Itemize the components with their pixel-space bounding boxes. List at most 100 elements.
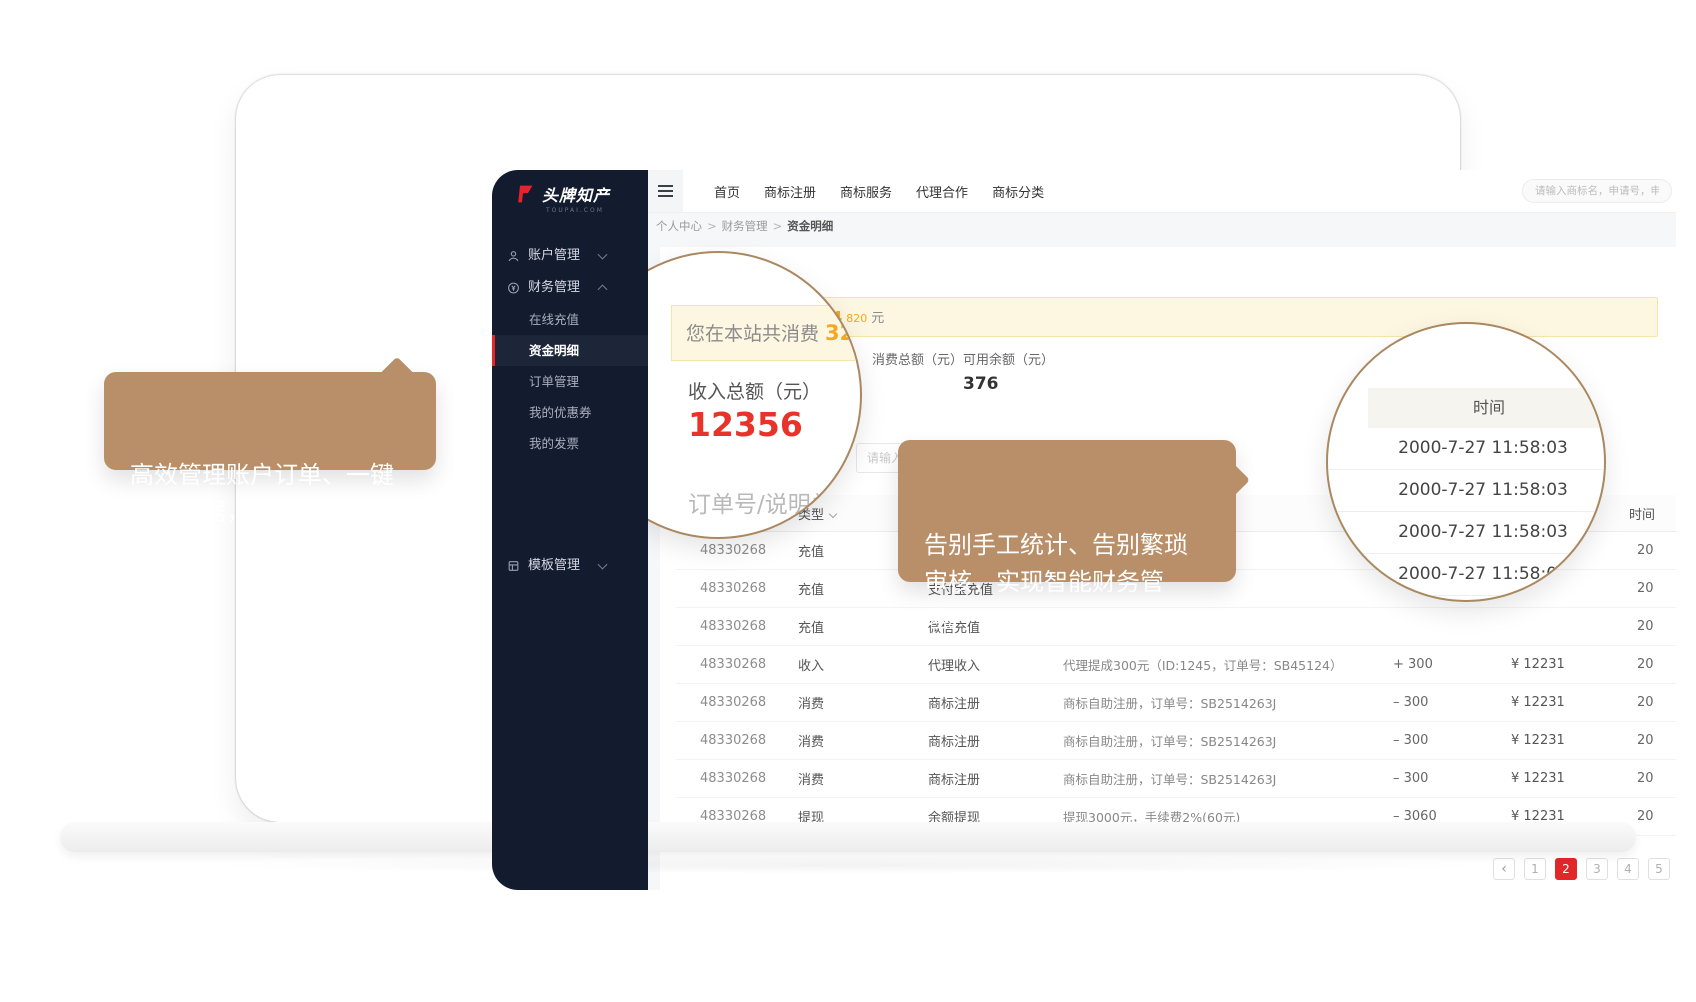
pagination: ‹ 12345 xyxy=(1493,858,1670,880)
chevron-icon xyxy=(598,250,608,260)
sidebar-item-label: 财务管理 xyxy=(528,272,580,304)
pagination-page-button[interactable]: 4 xyxy=(1617,858,1639,880)
sidebar-item-label: 资金明细 xyxy=(529,335,579,366)
magnified-time-header: 时间 xyxy=(1368,388,1604,428)
trademark-search-input[interactable] xyxy=(1522,179,1672,203)
magnified-keyword-placeholder: 订单号/说明关键 xyxy=(688,485,857,519)
cell-time: 2000-7-27 11:58:03 xyxy=(1629,543,1676,558)
stage: 头牌知产 TOUPAI.COM 账户管理 xyxy=(0,0,1696,1002)
table-row: 48330268 充值 微信充值 2000-7-27 11:58:03 xyxy=(676,608,1676,646)
sidebar-item[interactable]: 我的优惠券 xyxy=(492,397,648,428)
nav-item[interactable]: 首页 xyxy=(714,182,740,201)
chevron-icon xyxy=(598,284,608,294)
magnified-time-rows: 2000-7-27 11:58:032000-7-27 11:58:032000… xyxy=(1328,428,1604,596)
cell-description: 商标自助注册，订单号：SB2514263J xyxy=(1063,769,1393,788)
cell-amount: – 300 xyxy=(1393,695,1505,710)
chevron-icon xyxy=(598,560,608,570)
hamburger-icon[interactable] xyxy=(648,170,683,212)
top-navbar: 首页 商标注册 商标服务 代理合作 商标分类 xyxy=(648,170,1676,213)
cell-type: 消费 xyxy=(798,693,928,712)
sidebar-item-label: 我的优惠券 xyxy=(529,397,592,428)
sidebar-menu: 账户管理 财务管理 xyxy=(492,240,648,582)
cell-type: 消费 xyxy=(798,769,928,788)
cell-type: 充值 xyxy=(798,617,928,636)
sidebar-item[interactable]: 财务管理 xyxy=(492,272,648,304)
breadcrumb-item[interactable]: 个人中心 xyxy=(656,218,702,234)
cell-project: 代理收入 xyxy=(928,655,1063,674)
finance-icon xyxy=(507,282,520,295)
sidebar-item-label: 在线充值 xyxy=(529,304,579,335)
table-header-cell: 时间 xyxy=(1629,504,1676,523)
magnified-income-value: 12356 xyxy=(688,405,803,444)
cell-description: 商标自助注册，订单号：SB2514263J xyxy=(1063,731,1393,750)
cell-time: 2000-7-27 11:58:03 xyxy=(1629,771,1676,786)
cell-time: 2000-7-27 11:58:03 xyxy=(1629,733,1676,748)
magnified-time-value: 2000-7-27 11:58:03 xyxy=(1328,470,1604,512)
cell-description: 代理提成300元（ID:1245，订单号：SB45124） xyxy=(1063,655,1393,674)
table-row: 48330268 收入 代理收入 代理提成300元（ID:1245，订单号：SB… xyxy=(676,646,1676,684)
pagination-page-button[interactable]: 2 xyxy=(1555,858,1577,880)
laptop-base xyxy=(60,822,1636,852)
sidebar: 头牌知产 TOUPAI.COM 账户管理 xyxy=(492,170,648,890)
callout-left-text: 高效管理账户订单、一键 汇总数据，降低财务成本 xyxy=(130,461,394,526)
callout-right: 告别手工统计、告别繁琐 审核，实现智能财务管 理。 xyxy=(898,440,1236,582)
cell-type: 消费 xyxy=(798,731,928,750)
nav-item[interactable]: 代理合作 xyxy=(916,182,968,201)
stat-block: 消费总额（元） xyxy=(853,347,963,401)
cell-time: 2000-7-27 11:58:03 xyxy=(1629,695,1676,710)
nav-item[interactable]: 商标服务 xyxy=(840,182,892,201)
top-nav-items: 首页 商标注册 商标服务 代理合作 商标分类 xyxy=(714,170,1044,212)
nav-item[interactable]: 商标注册 xyxy=(764,182,816,201)
cell-project: 商标注册 xyxy=(928,693,1063,712)
pagination-page-button[interactable]: 5 xyxy=(1648,858,1670,880)
cell-amount: – 300 xyxy=(1393,733,1505,748)
cell-time: 2000-7-27 11:58:03 xyxy=(1629,581,1676,596)
cell-order-no: 48330268 xyxy=(676,543,798,558)
sidebar-item-label: 模板管理 xyxy=(528,550,580,582)
cell-amount: + 300 xyxy=(1393,657,1505,672)
cell-project: 商标注册 xyxy=(928,731,1063,750)
brand-logo: 头牌知产 TOUPAI.COM xyxy=(492,170,648,230)
sidebar-item[interactable]: 账户管理 xyxy=(492,240,648,272)
cell-description: 商标自助注册，订单号：SB2514263J xyxy=(1063,693,1393,712)
table-row: 48330268 消费 商标注册 商标自助注册，订单号：SB2514263J –… xyxy=(676,722,1676,760)
stat-block: 可用余额（元） 376 xyxy=(963,347,1054,401)
pagination-page-button[interactable]: 1 xyxy=(1524,858,1546,880)
stat-label: 可用余额（元） xyxy=(963,349,1054,368)
laptop-shadow xyxy=(200,856,1500,874)
pagination-prev-button[interactable]: ‹ xyxy=(1493,858,1515,880)
cell-time: 2000-7-27 11:58:03 xyxy=(1629,657,1676,672)
table-row: 48330268 消费 商标注册 商标自助注册，订单号：SB2514263J –… xyxy=(676,684,1676,722)
magnified-banner: 您在本站共消费32124 xyxy=(671,305,862,361)
user-icon xyxy=(507,250,520,263)
cell-order-no: 48330268 xyxy=(676,771,798,786)
template-icon xyxy=(507,560,520,573)
sidebar-item[interactable]: 模板管理 xyxy=(492,550,648,582)
sidebar-item[interactable]: 在线充值 xyxy=(492,304,648,335)
cell-order-no: 48330268 xyxy=(676,619,798,634)
sidebar-item[interactable]: 资金明细 xyxy=(492,335,648,366)
cell-order-no: 48330268 xyxy=(676,695,798,710)
cell-order-no: 48330268 xyxy=(676,657,798,672)
breadcrumb-separator: > xyxy=(773,219,783,233)
breadcrumb-item[interactable]: 资金明细 xyxy=(787,218,833,234)
breadcrumb-item[interactable]: 财务管理 xyxy=(722,218,768,234)
magnified-time-value: 2000-7-27 11:58:03 xyxy=(1328,512,1604,554)
pagination-page-button[interactable]: 3 xyxy=(1586,858,1608,880)
cell-time: 2000-7-27 11:58:03 xyxy=(1629,809,1676,824)
cell-type: 收入 xyxy=(798,655,928,674)
magnified-banner-amount: 32124 xyxy=(825,321,862,345)
sidebar-item[interactable]: 我的发票 xyxy=(492,428,648,459)
cell-project: 商标注册 xyxy=(928,769,1063,788)
brand-subtitle: TOUPAI.COM xyxy=(546,207,648,214)
cell-balance: ¥ 12231 xyxy=(1505,657,1629,672)
cell-balance: ¥ 12231 xyxy=(1505,771,1629,786)
sidebar-item[interactable]: 订单管理 xyxy=(492,366,648,397)
magnified-time-value: 2000-7-27 11:58:03 xyxy=(1328,554,1604,596)
stat-label: 消费总额（元） xyxy=(872,349,963,368)
sidebar-item-label: 账户管理 xyxy=(528,240,580,272)
cell-order-no: 48330268 xyxy=(676,581,798,596)
header-label: 时间 xyxy=(1629,508,1655,523)
breadcrumb: 个人中心 > 财务管理 > 资金明细 xyxy=(648,212,1676,239)
nav-item[interactable]: 商标分类 xyxy=(992,182,1044,201)
